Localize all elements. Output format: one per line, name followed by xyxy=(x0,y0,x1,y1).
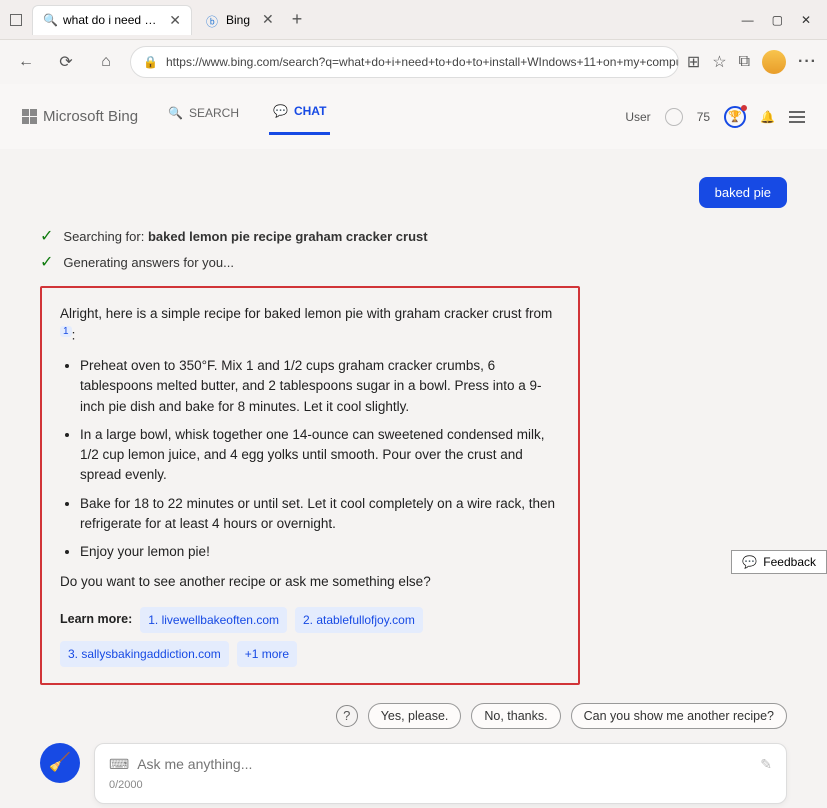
user-label: User xyxy=(625,110,650,124)
new-topic-button[interactable]: 🧹 xyxy=(40,743,80,783)
extensions-icon[interactable]: ⊞ xyxy=(687,52,700,72)
new-tab-button[interactable]: + xyxy=(284,5,311,34)
chat-content: baked pie ✓ Searching for: baked lemon p… xyxy=(0,149,827,685)
tab-label: SEARCH xyxy=(189,106,239,120)
more-menu-icon[interactable]: ··· xyxy=(798,53,817,71)
user-message: baked pie xyxy=(699,177,787,208)
recipe-steps: Preheat oven to 350°F. Mix 1 and 1/2 cup… xyxy=(80,356,560,562)
suggestion-button[interactable]: No, thanks. xyxy=(471,703,560,729)
status-prefix: Searching for: xyxy=(63,229,148,244)
notifications-icon[interactable]: 🔔 xyxy=(760,110,775,124)
lock-icon: 🔒 xyxy=(143,55,158,69)
feedback-icon: 💬 xyxy=(742,555,757,569)
profile-avatar[interactable] xyxy=(762,50,786,74)
search-status: ✓ Searching for: baked lemon pie recipe … xyxy=(40,226,787,246)
logo-text: Microsoft Bing xyxy=(43,108,138,125)
check-icon: ✓ xyxy=(40,252,53,272)
tabs-button[interactable] xyxy=(10,14,22,26)
tab-title: Bing xyxy=(226,13,250,27)
chat-icon: 💬 xyxy=(273,104,288,118)
suggestion-row: ? Yes, please. No, thanks. Can you show … xyxy=(0,703,787,729)
source-link[interactable]: 1. livewellbakeoften.com xyxy=(140,607,287,633)
bing-logo[interactable]: Microsoft Bing xyxy=(22,108,138,125)
answer-intro-suffix: : xyxy=(72,328,76,343)
mic-icon[interactable]: ⌨ xyxy=(109,756,129,773)
tab-label: CHAT xyxy=(294,104,326,118)
tab-inactive[interactable]: ⓑ Bing ✕ xyxy=(196,5,284,34)
close-window-button[interactable]: ✕ xyxy=(801,13,811,27)
hamburger-menu-icon[interactable] xyxy=(789,111,805,123)
bing-header: Microsoft Bing 🔍 SEARCH 💬 CHAT User 75 🏆… xyxy=(0,84,827,149)
tab-chat[interactable]: 💬 CHAT xyxy=(269,98,330,135)
home-button[interactable]: ⌂ xyxy=(90,46,122,78)
tab-title: what do i need to do to install V xyxy=(63,13,157,27)
search-icon: 🔍 xyxy=(168,106,183,120)
recipe-step: Preheat oven to 350°F. Mix 1 and 1/2 cup… xyxy=(80,356,560,417)
citation-link[interactable]: 1 xyxy=(60,326,72,337)
recipe-step: In a large bowl, whisk together one 14-o… xyxy=(80,425,560,486)
collections-icon[interactable]: ⧉ xyxy=(739,53,750,71)
search-icon: 🔍 xyxy=(43,13,57,27)
status-text: Generating answers for you... xyxy=(63,255,234,270)
suggestion-button[interactable]: Yes, please. xyxy=(368,703,462,729)
microsoft-icon xyxy=(22,109,37,124)
suggestion-button[interactable]: Can you show me another recipe? xyxy=(571,703,787,729)
bing-icon: ⓑ xyxy=(206,13,220,27)
maximize-button[interactable]: ▢ xyxy=(772,13,783,27)
window-titlebar: 🔍 what do i need to do to install V ✕ ⓑ … xyxy=(0,0,827,40)
learn-more-row: Learn more: 1. livewellbakeoften.com 2. … xyxy=(60,607,560,667)
source-link[interactable]: 3. sallysbakingaddiction.com xyxy=(60,641,229,667)
followup-question: Do you want to see another recipe or ask… xyxy=(60,572,560,592)
points-text: 75 xyxy=(697,110,710,124)
source-more[interactable]: +1 more xyxy=(237,641,297,667)
answer-box: Alright, here is a simple recipe for bak… xyxy=(40,286,580,685)
check-icon: ✓ xyxy=(40,226,53,246)
char-counter: 0/2000 xyxy=(109,779,772,791)
feedback-label: Feedback xyxy=(763,555,816,569)
url-field[interactable]: 🔒 https://www.bing.com/search?q=what+do+… xyxy=(130,46,679,78)
search-query: baked lemon pie recipe graham cracker cr… xyxy=(148,229,428,244)
learn-more-label: Learn more: xyxy=(60,610,132,629)
feedback-button[interactable]: 💬 Feedback xyxy=(731,550,827,574)
back-button[interactable]: ← xyxy=(10,46,42,78)
recipe-step: Bake for 18 to 22 minutes or until set. … xyxy=(80,494,560,535)
url-text: https://www.bing.com/search?q=what+do+i+… xyxy=(166,55,679,69)
input-area: 🧹 ⌨ ✎ 0/2000 xyxy=(0,729,827,808)
generating-status: ✓ Generating answers for you... xyxy=(40,252,787,272)
minimize-button[interactable]: — xyxy=(742,13,754,27)
chat-input[interactable] xyxy=(137,756,752,772)
send-icon[interactable]: ✎ xyxy=(760,756,772,773)
profile-icon xyxy=(665,108,683,126)
favorites-icon[interactable]: ☆ xyxy=(712,52,726,72)
refresh-button[interactable]: ⟳ xyxy=(50,46,82,78)
address-bar: ← ⟳ ⌂ 🔒 https://www.bing.com/search?q=wh… xyxy=(0,40,827,84)
tab-close-icon[interactable]: ✕ xyxy=(262,11,274,28)
help-icon[interactable]: ? xyxy=(336,705,358,727)
user-area[interactable]: User 75 🏆 xyxy=(625,106,746,128)
source-link[interactable]: 2. atablefullofjoy.com xyxy=(295,607,423,633)
tab-close-icon[interactable]: ✕ xyxy=(169,12,181,29)
rewards-icon[interactable]: 🏆 xyxy=(724,106,746,128)
recipe-step: Enjoy your lemon pie! xyxy=(80,542,560,562)
tab-active[interactable]: 🔍 what do i need to do to install V ✕ xyxy=(32,5,192,35)
chat-input-box[interactable]: ⌨ ✎ 0/2000 xyxy=(94,743,787,804)
tab-search[interactable]: 🔍 SEARCH xyxy=(164,100,243,134)
answer-intro: Alright, here is a simple recipe for bak… xyxy=(60,306,552,321)
